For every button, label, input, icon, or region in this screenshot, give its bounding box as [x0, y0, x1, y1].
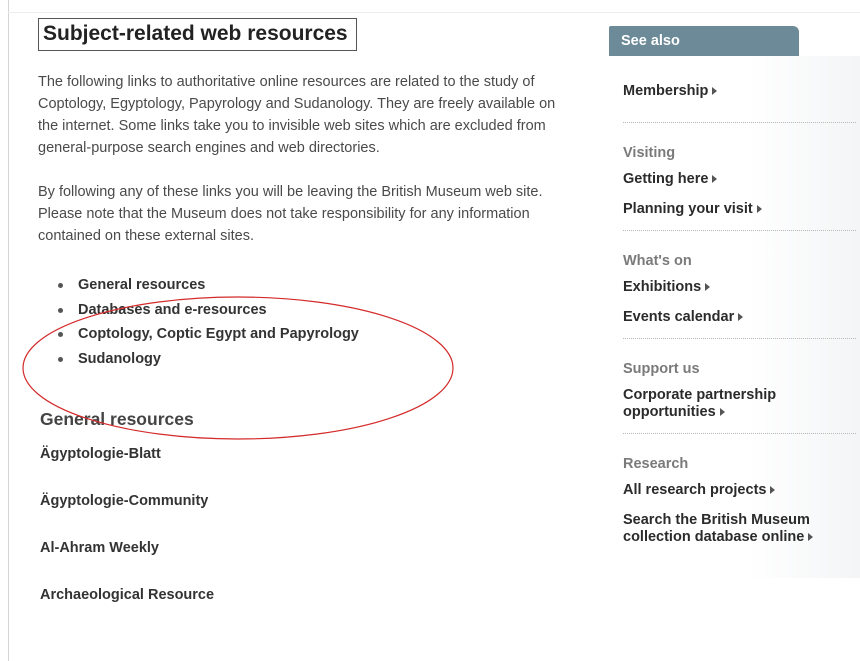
sidebar-group-support-us: Support us Corporate partnership opportu… — [623, 339, 856, 434]
bullet-icon — [58, 283, 63, 288]
sidebar-heading-support-us: Support us — [623, 361, 700, 377]
disclaimer-paragraph: By following any of these links you will… — [38, 184, 543, 244]
arrow-right-icon — [808, 533, 814, 542]
arrow-right-icon — [712, 87, 718, 96]
sidebar-link-collection-database[interactable]: Search the British Museum collection dat… — [623, 512, 848, 546]
sidebar-group-whats-on: What's on Exhibitions Events calendar — [623, 231, 856, 339]
annotation-ellipse — [22, 296, 454, 440]
sidebar-link-all-research-projects[interactable]: All research projects — [623, 482, 856, 499]
see-also-tab: See also — [609, 26, 799, 56]
sidebar-link-planning-your-visit[interactable]: Planning your visit — [623, 201, 856, 218]
resource-link-al-ahram-weekly[interactable]: Al-Ahram Weekly — [40, 540, 588, 556]
arrow-right-icon — [756, 205, 762, 214]
sidebar-link-membership[interactable]: Membership — [623, 83, 856, 100]
sidebar-link-corporate-partnership[interactable]: Corporate partnership opportunities — [623, 387, 823, 421]
page-left-border — [8, 0, 9, 661]
see-also-panel: Membership Visiting Getting here Plannin… — [609, 56, 860, 578]
sidebar-link-events-calendar[interactable]: Events calendar — [623, 309, 856, 326]
sidebar-link-exhibitions[interactable]: Exhibitions — [623, 279, 856, 296]
sidebar-group-membership: Membership — [623, 56, 856, 123]
sidebar-heading-whats-on: What's on — [623, 253, 692, 269]
sidebar-heading-visiting: Visiting — [623, 145, 676, 161]
sidebar-group-visiting: Visiting Getting here Planning your visi… — [623, 123, 856, 231]
resource-link-aegyptologie-blatt[interactable]: Ägyptologie-Blatt — [40, 446, 588, 462]
resource-link-aegyptologie-community[interactable]: Ägyptologie-Community — [40, 493, 588, 509]
arrow-right-icon — [719, 408, 725, 417]
arrow-right-icon — [738, 313, 744, 322]
resource-link-archaeological-resource[interactable]: Archaeological Resource — [40, 587, 588, 603]
arrow-right-icon — [770, 486, 776, 495]
sidebar-link-getting-here[interactable]: Getting here — [623, 171, 856, 188]
sidebar-heading-research: Research — [623, 456, 689, 472]
page-top-border — [8, 12, 860, 13]
arrow-right-icon — [712, 175, 718, 184]
page-title: Subject-related web resources — [38, 18, 357, 51]
see-also-sidebar: See also Membership Visiting Getting her… — [609, 26, 860, 578]
intro-paragraph: The following links to authoritative onl… — [38, 74, 556, 156]
arrow-right-icon — [705, 283, 711, 292]
sidebar-group-research: Research All research projects Search th… — [623, 434, 856, 558]
